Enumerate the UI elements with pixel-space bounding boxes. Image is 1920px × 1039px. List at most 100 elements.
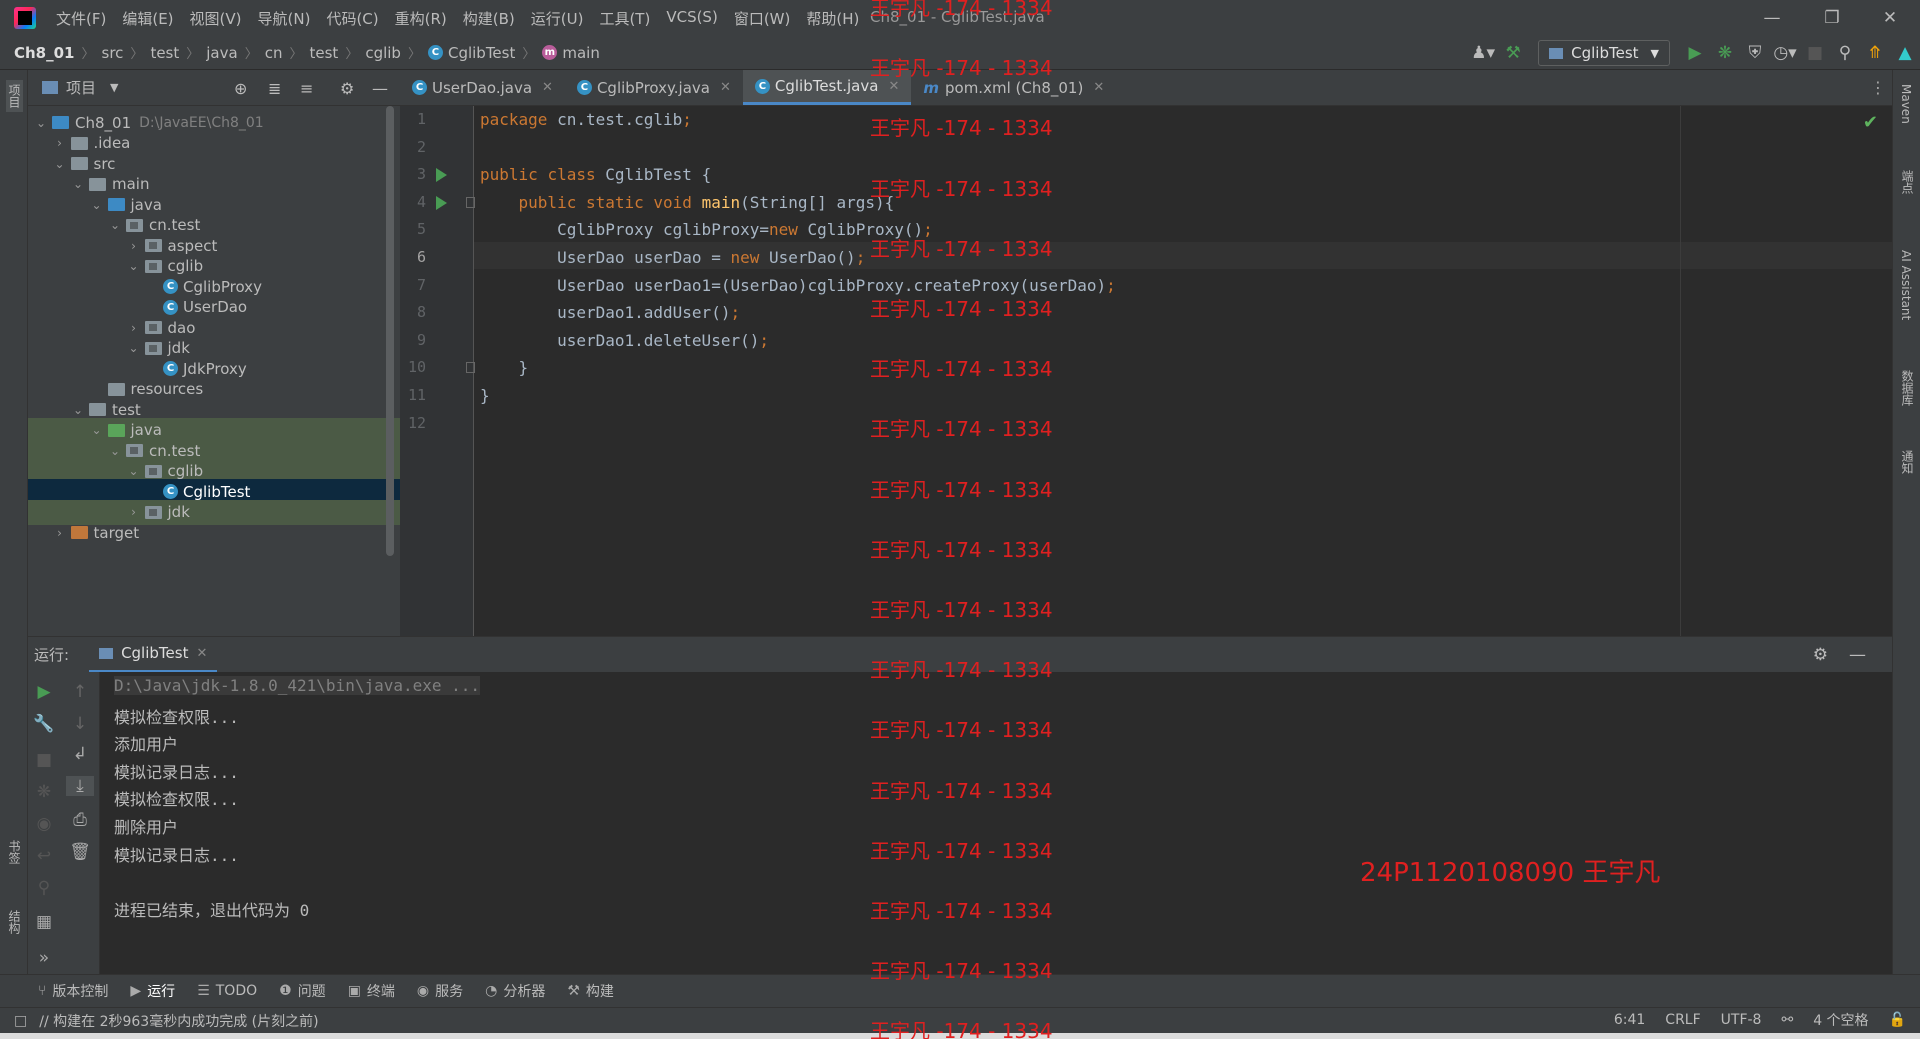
notifications-tool-button[interactable]: 通知: [1899, 450, 1916, 474]
indent-setting[interactable]: 4 个空格: [1813, 1010, 1868, 1030]
code-editor[interactable]: 1 2 3 4 5 6 7 8 9 10 11 12 package cn.test.cglib; pu…: [400, 106, 1892, 636]
chevron-down-icon[interactable]: ⌄: [90, 198, 104, 212]
menu-item[interactable]: 代码(C): [326, 8, 378, 29]
project-tool-button[interactable]: 项目: [6, 80, 23, 112]
endpoints-tool-button[interactable]: 端点: [1899, 170, 1916, 194]
run-tab[interactable]: CglibTest ✕: [89, 637, 218, 673]
fold-marker-icon[interactable]: [466, 362, 475, 374]
file-encoding[interactable]: UTF-8: [1721, 1012, 1762, 1028]
breadcrumb-item[interactable]: Ch8_01: [14, 44, 75, 62]
maven-tool-button[interactable]: Maven: [1899, 84, 1913, 124]
caret-position[interactable]: 6:41: [1614, 1012, 1645, 1028]
editor-tab[interactable]: m pom.xml (Ch8_01) ✕: [911, 70, 1116, 105]
close-tab-icon[interactable]: ✕: [196, 646, 207, 661]
more-icon[interactable]: »: [30, 948, 58, 968]
run-gutter-icon[interactable]: [436, 168, 447, 183]
tree-item[interactable]: › target: [28, 520, 400, 545]
up-arrow-icon[interactable]: ↑: [66, 682, 94, 702]
menu-item[interactable]: 编辑(E): [122, 8, 173, 29]
close-tab-icon[interactable]: ✕: [720, 80, 731, 95]
tool-window-button[interactable]: ▶ 运行: [130, 981, 175, 1001]
chevron-down-icon[interactable]: ⌄: [127, 259, 141, 273]
menu-item[interactable]: 构建(B): [463, 8, 515, 29]
ai-assistant-icon[interactable]: ▲: [1890, 38, 1920, 68]
user-icon[interactable]: ♟▾: [1468, 38, 1498, 68]
menu-item[interactable]: 窗口(W): [734, 8, 791, 29]
locate-icon[interactable]: ⊕: [234, 79, 247, 98]
breadcrumb-item[interactable]: java: [206, 44, 237, 62]
rerun-icon[interactable]: ▶: [30, 682, 58, 702]
restore-layout-icon[interactable]: ❋: [30, 782, 58, 802]
project-panel-title[interactable]: 项目: [66, 77, 96, 98]
ai-assistant-tool-button[interactable]: AI Assistant: [1899, 250, 1913, 320]
gear-icon[interactable]: ⚙: [340, 79, 354, 98]
hide-icon[interactable]: —: [1849, 645, 1866, 665]
scroll-to-end-icon[interactable]: ⤓: [66, 776, 94, 796]
close-tab-icon[interactable]: ✕: [1093, 80, 1104, 95]
line-separator[interactable]: CRLF: [1665, 1012, 1700, 1028]
wrench-icon[interactable]: 🔧: [30, 714, 58, 734]
breadcrumb-item[interactable]: cglib: [365, 44, 401, 62]
debug-icon[interactable]: ❋: [1710, 38, 1740, 68]
pin-icon[interactable]: ⚲: [30, 878, 58, 898]
breadcrumb-item[interactable]: test: [150, 44, 179, 62]
layout-icon[interactable]: ▦: [30, 912, 58, 932]
editor-tab[interactable]: C UserDao.java ✕: [400, 70, 565, 105]
chevron-down-icon[interactable]: ⌄: [127, 341, 141, 355]
menu-item[interactable]: 重构(R): [395, 8, 447, 29]
inspection-icon[interactable]: ⚯: [1781, 1012, 1793, 1028]
restore-button[interactable]: ❐: [1804, 0, 1860, 36]
tool-window-button[interactable]: ☰ TODO: [197, 983, 257, 999]
menu-item[interactable]: 工具(T): [599, 8, 650, 29]
menu-item[interactable]: 帮助(H): [806, 8, 859, 29]
breadcrumb-item[interactable]: m main: [542, 44, 600, 62]
breadcrumb-item[interactable]: test: [310, 44, 339, 62]
chevron-down-icon[interactable]: ⌄: [53, 157, 67, 171]
tool-window-button[interactable]: ▣ 终端: [348, 981, 395, 1001]
chevron-down-icon[interactable]: ⌄: [90, 423, 104, 437]
collapse-all-icon[interactable]: ≡: [300, 79, 313, 98]
chevron-down-icon[interactable]: ▼: [110, 81, 118, 94]
chevron-right-icon[interactable]: ›: [127, 505, 141, 519]
hide-icon[interactable]: —: [372, 79, 388, 98]
menu-item[interactable]: VCS(S): [666, 8, 717, 29]
tool-window-button[interactable]: ◔ 分析器: [485, 981, 545, 1001]
close-tab-icon[interactable]: ✕: [542, 80, 553, 95]
search-icon[interactable]: ⚲: [1830, 38, 1860, 68]
tool-window-button[interactable]: ❶ 问题: [279, 981, 326, 1001]
menu-item[interactable]: 视图(V): [190, 8, 242, 29]
run-config-select[interactable]: CglibTest ▼: [1538, 40, 1670, 66]
stop-icon[interactable]: ■: [1800, 38, 1830, 68]
tree-scrollbar[interactable]: [386, 106, 394, 556]
breadcrumb-item[interactable]: C CglibTest: [427, 44, 515, 62]
editor-tab[interactable]: C CglibProxy.java ✕: [565, 70, 743, 105]
print-icon[interactable]: ⎙: [66, 810, 94, 830]
gear-icon[interactable]: ⚙: [1813, 645, 1828, 665]
menu-item[interactable]: 文件(F): [56, 8, 106, 29]
tool-window-button[interactable]: ⑂ 版本控制: [38, 981, 108, 1001]
profile-icon[interactable]: ◷▾: [1770, 38, 1800, 68]
lock-icon[interactable]: 🔓: [1889, 1012, 1906, 1028]
minimize-button[interactable]: —: [1744, 0, 1800, 36]
run-icon[interactable]: ▶: [1680, 38, 1710, 68]
trash-icon[interactable]: 🗑: [66, 842, 94, 862]
structure-tool-button[interactable]: 结构: [6, 910, 23, 934]
close-button[interactable]: ✕: [1862, 0, 1918, 36]
exit-icon[interactable]: ↩: [30, 846, 58, 866]
chevron-right-icon[interactable]: ›: [53, 136, 67, 150]
chevron-down-icon[interactable]: ⌄: [108, 218, 122, 232]
tab-options-icon[interactable]: ⋮: [1870, 78, 1886, 97]
menu-item[interactable]: 导航(N): [258, 8, 311, 29]
editor-tab[interactable]: C CglibTest.java ✕: [742, 70, 912, 105]
chevron-right-icon[interactable]: ›: [127, 321, 141, 335]
expand-all-icon[interactable]: ≣: [268, 79, 281, 98]
build-hammer-icon[interactable]: ⚒: [1498, 38, 1528, 68]
fold-marker-icon[interactable]: [466, 196, 475, 208]
stop-icon[interactable]: ■: [30, 750, 58, 770]
breadcrumb-item[interactable]: cn: [265, 44, 283, 62]
soft-wrap-icon[interactable]: ↲: [66, 744, 94, 764]
menu-item[interactable]: 运行(U): [531, 8, 584, 29]
chevron-right-icon[interactable]: ›: [127, 239, 141, 253]
chevron-down-icon[interactable]: ⌄: [34, 116, 48, 130]
tool-window-button[interactable]: ⚒ 构建: [567, 981, 614, 1001]
